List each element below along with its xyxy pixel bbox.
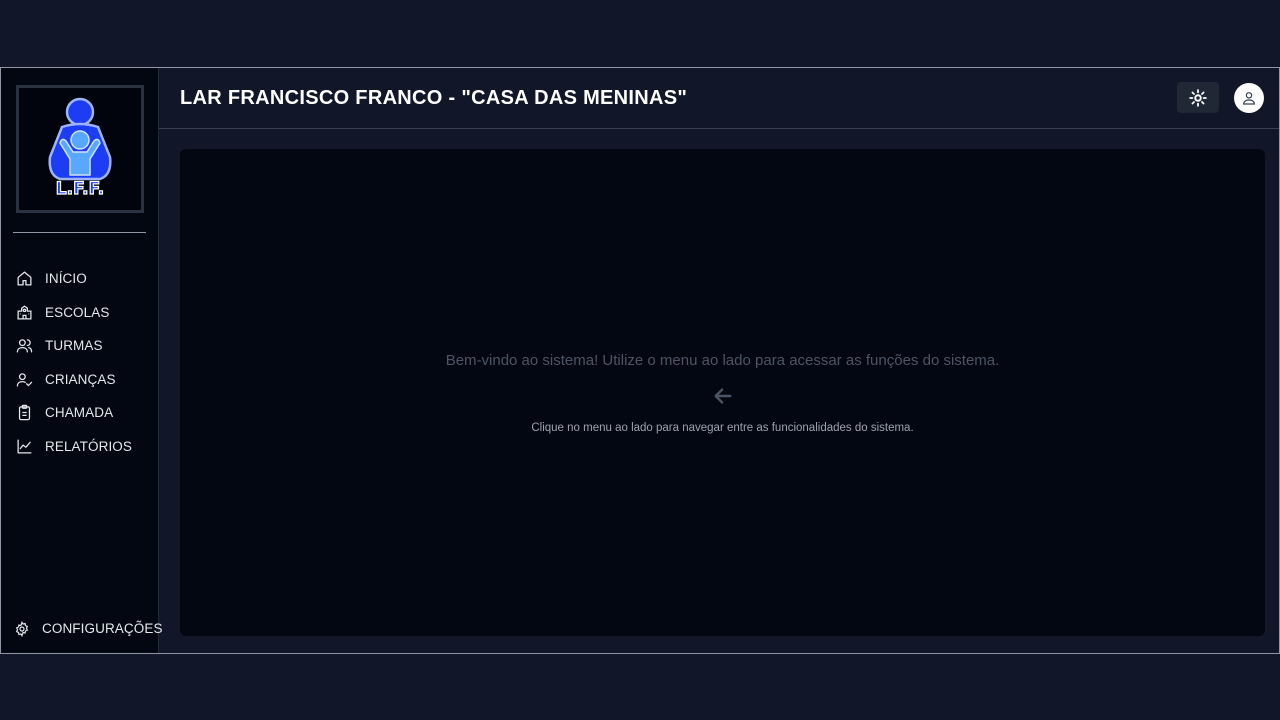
sidebar-item-inicio[interactable]: INÍCIO	[1, 262, 159, 296]
sidebar-item-configuracoes[interactable]: CONFIGURAÇÕES	[13, 620, 163, 637]
sidebar-item-label: ESCOLAS	[45, 304, 110, 320]
sun-icon	[1189, 88, 1207, 107]
welcome-message: Bem-vindo ao sistema! Utilize o menu ao …	[445, 352, 1000, 369]
sidebar-item-label: CRIANÇAS	[45, 371, 116, 387]
sidebar-nav: INÍCIO ESCOLAS TURMAS CRIANÇAS CHAMADA R…	[1, 262, 159, 463]
theme-toggle-button[interactable]	[1177, 82, 1219, 113]
users-icon	[15, 337, 33, 355]
logo-text: L.F.F.	[56, 179, 104, 199]
sidebar-item-chamada[interactable]: CHAMADA	[1, 396, 159, 430]
page-title: LAR FRANCISCO FRANCO - "CASA DAS MENINAS…	[180, 87, 688, 109]
sidebar-item-label: CONFIGURAÇÕES	[42, 621, 163, 636]
chart-line-icon	[15, 437, 33, 455]
user-icon	[1243, 92, 1255, 105]
sidebar-item-label: TURMAS	[45, 338, 103, 354]
logo-image: L.F.F.	[48, 97, 112, 200]
sidebar-item-label: CHAMADA	[45, 405, 114, 421]
sidebar-item-label: RELATÓRIOS	[45, 438, 133, 454]
sidebar-item-relatorios[interactable]: RELATÓRIOS	[1, 430, 159, 464]
sidebar-item-escolas[interactable]: ESCOLAS	[1, 296, 159, 330]
arrow-left-icon	[714, 388, 732, 404]
user-avatar-button[interactable]	[1234, 83, 1264, 113]
sidebar-item-turmas[interactable]: TURMAS	[1, 329, 159, 363]
clipboard-icon	[15, 404, 33, 422]
top-bar: LAR FRANCISCO FRANCO - "CASA DAS MENINAS…	[159, 68, 1279, 129]
content-card: Bem-vindo ao sistema! Utilize o menu ao …	[180, 149, 1265, 636]
hint-text: Clique no menu ao lado para navegar entr…	[531, 422, 914, 434]
user-check-icon	[15, 370, 33, 388]
home-icon	[15, 270, 33, 288]
sidebar-divider	[13, 232, 146, 233]
app-window: L.F.F. INÍCIO ESCOLAS TURMAS CRIANÇAS CH…	[0, 67, 1280, 654]
sidebar-item-label: INÍCIO	[45, 271, 87, 287]
school-icon	[15, 303, 33, 321]
gear-icon	[13, 620, 30, 637]
logo: L.F.F.	[16, 85, 144, 213]
main-area: LAR FRANCISCO FRANCO - "CASA DAS MENINAS…	[159, 68, 1279, 653]
sidebar: L.F.F. INÍCIO ESCOLAS TURMAS CRIANÇAS CH…	[1, 68, 162, 653]
sidebar-item-criancas[interactable]: CRIANÇAS	[1, 363, 159, 397]
